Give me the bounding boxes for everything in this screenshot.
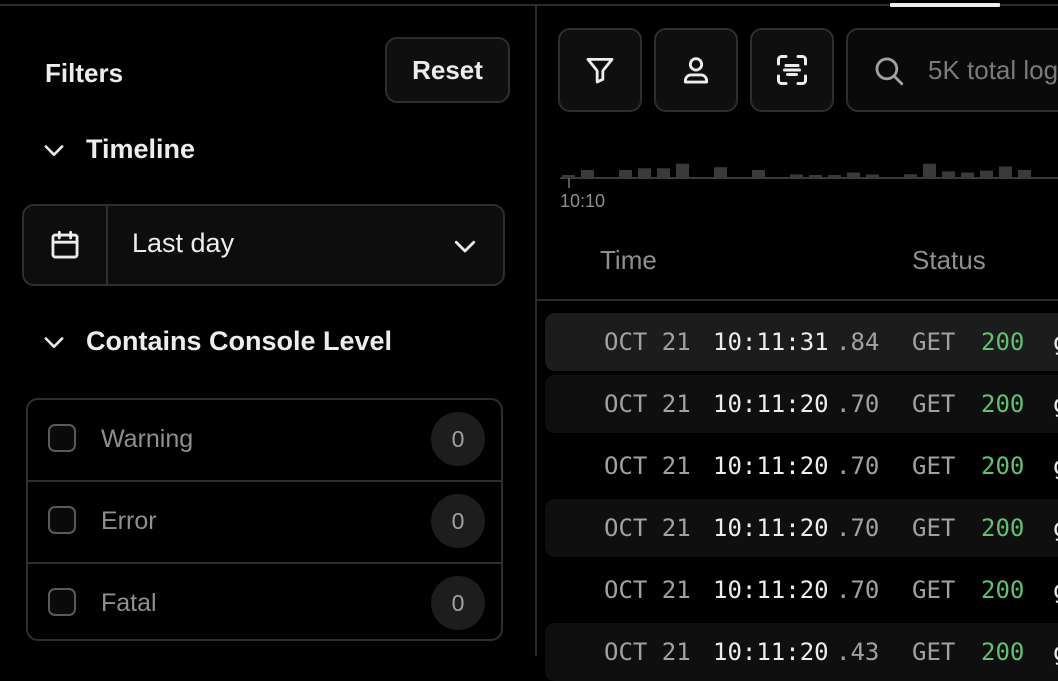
log-status: 200 <box>981 576 1025 604</box>
log-date: OCT 21 <box>604 328 691 356</box>
log-path: g <box>1053 437 1058 495</box>
log-time-fraction: .70 <box>836 514 880 542</box>
column-header-time[interactable]: Time <box>600 245 657 276</box>
search-icon <box>875 57 904 86</box>
panel-divider <box>535 6 537 656</box>
log-status: 200 <box>981 452 1025 480</box>
log-date: OCT 21 <box>604 514 691 542</box>
log-time: 10:11:20 <box>713 576 829 604</box>
log-method: GET <box>912 390 956 418</box>
warning-checkbox[interactable] <box>48 424 76 452</box>
filter-icon <box>586 57 614 84</box>
chevron-down-icon[interactable] <box>450 231 480 261</box>
log-time: 10:11:20 <box>713 514 829 542</box>
log-time: 10:11:20 <box>713 452 829 480</box>
column-header-status[interactable]: Status <box>912 245 986 276</box>
header-separator <box>537 299 1058 301</box>
log-path: g <box>1053 623 1058 681</box>
log-time-fraction: .70 <box>836 452 880 480</box>
log-time: 10:11:20 <box>713 390 829 418</box>
filters-panel: Filters Reset Timeline Last day Contains… <box>0 6 535 656</box>
histogram-bar[interactable] <box>714 167 727 177</box>
histogram-bar[interactable] <box>619 170 632 177</box>
log-path: g <box>1053 561 1058 619</box>
log-row[interactable]: OCT 21 10:11:20 .70 GET 200 g <box>545 561 1058 619</box>
search-bar[interactable] <box>846 28 1058 112</box>
log-path: g <box>1053 375 1058 433</box>
histogram-bar[interactable] <box>999 166 1012 178</box>
filter-button[interactable] <box>558 28 642 112</box>
log-histogram <box>562 163 1031 178</box>
active-tab-indicator <box>890 3 1000 7</box>
log-row[interactable]: OCT 21 10:11:20 .43 GET 200 g <box>545 623 1058 681</box>
log-time: 10:11:31 <box>713 328 829 356</box>
log-row[interactable]: OCT 21 10:11:20 .70 GET 200 g <box>545 499 1058 557</box>
log-method: GET <box>912 514 956 542</box>
histogram-time-label: 10:10 <box>560 191 606 211</box>
error-checkbox[interactable] <box>48 506 76 534</box>
timeline-section-toggle[interactable]: Timeline <box>40 134 195 165</box>
log-date: OCT 21 <box>604 576 691 604</box>
log-path: g <box>1053 313 1058 371</box>
count-badge: 0 <box>431 576 485 630</box>
text-scan-icon <box>777 55 807 85</box>
log-row[interactable]: OCT 21 10:11:20 .70 GET 200 g <box>545 375 1058 433</box>
console-level-list: Warning 0 Error 0 Fatal 0 <box>26 398 503 641</box>
calendar-button[interactable] <box>24 206 108 284</box>
histogram-bar[interactable] <box>923 163 936 177</box>
chevron-down-icon <box>44 336 64 348</box>
fatal-checkbox[interactable] <box>48 588 76 616</box>
log-method: GET <box>912 576 956 604</box>
log-date: OCT 21 <box>604 390 691 418</box>
user-icon <box>683 57 709 84</box>
log-status: 200 <box>981 638 1025 666</box>
search-input[interactable] <box>928 50 1058 90</box>
console-level-option-fatal[interactable]: Fatal 0 <box>28 564 501 639</box>
histogram-bar[interactable] <box>638 168 651 177</box>
log-time-fraction: .70 <box>836 390 880 418</box>
histogram-bar[interactable] <box>581 170 594 177</box>
log-row[interactable]: OCT 21 10:11:31 .84 GET 200 g <box>545 313 1058 371</box>
console-level-option-error[interactable]: Error 0 <box>28 482 501 564</box>
count-badge: 0 <box>431 412 485 466</box>
log-path: g <box>1053 499 1058 557</box>
log-date: OCT 21 <box>604 638 691 666</box>
user-button[interactable] <box>654 28 738 112</box>
histogram-bar[interactable] <box>657 168 670 177</box>
log-status: 200 <box>981 390 1025 418</box>
log-method: GET <box>912 452 956 480</box>
scan-button[interactable] <box>750 28 834 112</box>
timeline-selected-value: Last day <box>132 228 235 258</box>
histogram-bar[interactable] <box>1018 170 1031 177</box>
histogram-bar[interactable] <box>676 163 689 177</box>
timeline-section-label: Timeline <box>86 134 196 164</box>
option-label: Warning <box>101 425 194 453</box>
chevron-down-icon <box>44 144 64 156</box>
console-level-option-warning[interactable]: Warning 0 <box>28 400 501 482</box>
count-badge: 0 <box>431 494 485 548</box>
reset-button[interactable]: Reset <box>385 37 510 103</box>
log-time: 10:11:20 <box>713 638 829 666</box>
histogram-bar[interactable] <box>752 170 765 177</box>
console-level-section-toggle[interactable]: Contains Console Level <box>40 326 392 357</box>
console-level-section-label: Contains Console Level <box>86 326 393 356</box>
filters-title: Filters <box>45 58 124 88</box>
log-time-fraction: .70 <box>836 576 880 604</box>
log-row[interactable]: OCT 21 10:11:20 .70 GET 200 g <box>545 437 1058 495</box>
histogram-tick <box>568 178 570 188</box>
histogram-axis <box>560 177 1058 179</box>
log-time-fraction: .43 <box>836 638 880 666</box>
calendar-icon <box>51 230 79 259</box>
log-date: OCT 21 <box>604 452 691 480</box>
option-label: Error <box>101 507 157 535</box>
option-label: Fatal <box>101 589 157 617</box>
timeline-select[interactable]: Last day <box>22 204 505 286</box>
log-status: 200 <box>981 514 1025 542</box>
log-method: GET <box>912 638 956 666</box>
log-method: GET <box>912 328 956 356</box>
log-time-fraction: .84 <box>836 328 880 356</box>
log-status: 200 <box>981 328 1025 356</box>
